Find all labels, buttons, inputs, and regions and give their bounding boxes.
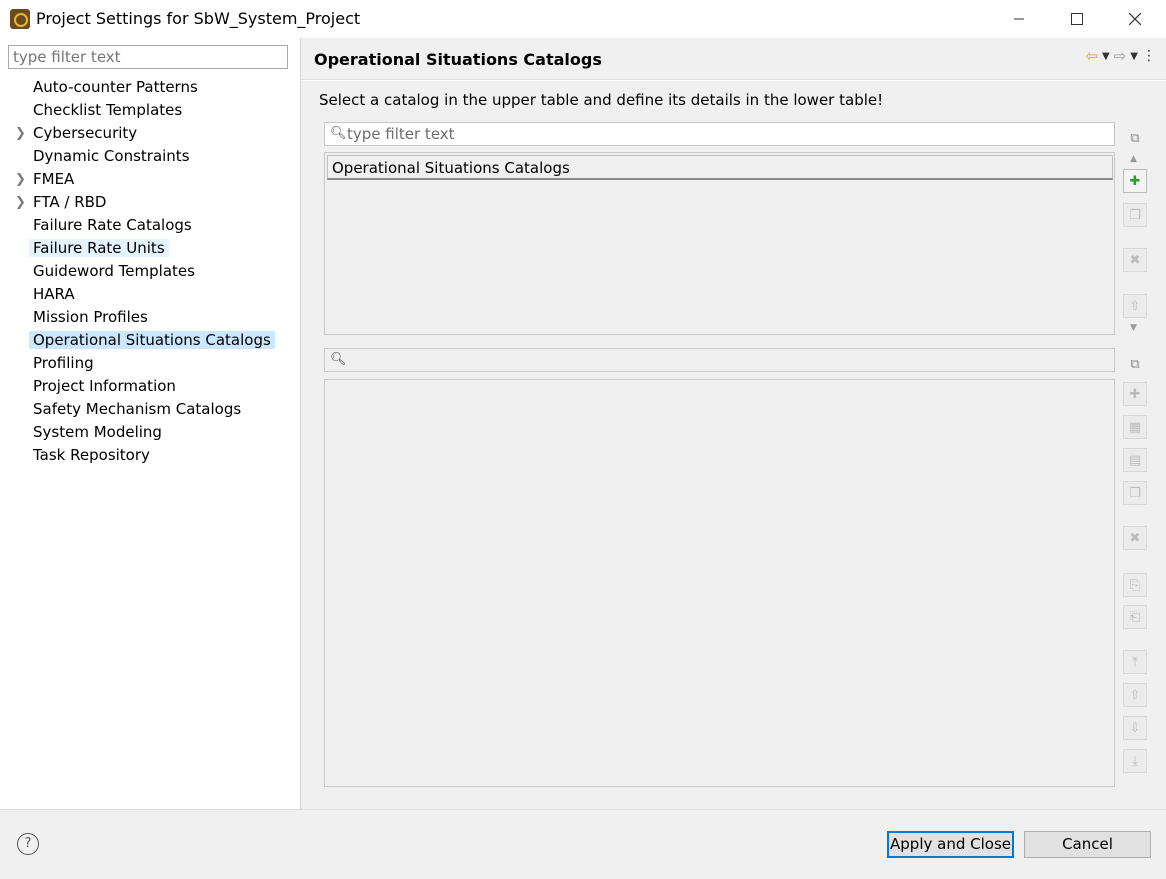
maximize-icon bbox=[1071, 13, 1083, 25]
sidebar-item-operational-situations-catalogs[interactable]: Operational Situations Catalogs bbox=[0, 329, 300, 352]
sidebar-item-fta-rbd[interactable]: ❯ FTA / RBD bbox=[0, 191, 300, 214]
sidebar-item-auto-counter-patterns[interactable]: Auto-counter Patterns bbox=[0, 76, 300, 99]
add-grid-row-button[interactable]: ▦ bbox=[1123, 415, 1147, 439]
chevron-right-icon[interactable]: ❯ bbox=[15, 191, 26, 214]
chevron-right-icon[interactable]: ❯ bbox=[15, 168, 26, 191]
sidebar-item-guideword-templates[interactable]: Guideword Templates bbox=[0, 260, 300, 283]
move-up-button[interactable]: ⇧ bbox=[1123, 683, 1147, 707]
insert-grid-row-button[interactable]: ▤ bbox=[1123, 448, 1147, 472]
search-icon: 🔍︎ bbox=[330, 126, 347, 141]
sidebar-item-label: FMEA bbox=[33, 170, 75, 188]
upper-filter-input[interactable]: 🔍︎ type filter text bbox=[324, 122, 1115, 146]
copy-situation-button[interactable]: ❐ bbox=[1123, 481, 1147, 505]
sidebar-item-label: System Modeling bbox=[33, 423, 162, 441]
search-icon: 🔍︎ bbox=[330, 352, 347, 367]
title-bar: Project Settings for SbW_System_Project bbox=[0, 0, 1166, 38]
copy-catalog-button[interactable]: ❐ bbox=[1123, 203, 1147, 227]
move-to-top-button[interactable]: ⤒ bbox=[1123, 650, 1147, 674]
sidebar-item-project-information[interactable]: Project Information bbox=[0, 375, 300, 398]
catalog-details-table[interactable] bbox=[324, 379, 1115, 787]
sidebar-item-label: Project Information bbox=[33, 377, 176, 395]
sidebar-item-label: Operational Situations Catalogs bbox=[29, 331, 275, 349]
add-catalog-button[interactable]: ✚ bbox=[1123, 169, 1147, 193]
import-button[interactable]: ⎘ bbox=[1123, 573, 1147, 597]
sidebar-item-fmea[interactable]: ❯ FMEA bbox=[0, 168, 300, 191]
sidebar-item-safety-mechanism-catalogs[interactable]: Safety Mechanism Catalogs bbox=[0, 398, 300, 421]
sidebar-item-system-modeling[interactable]: System Modeling bbox=[0, 421, 300, 444]
sidebar-item-hara[interactable]: HARA bbox=[0, 283, 300, 306]
upper-column-chooser-icon[interactable]: ⧉ bbox=[1123, 126, 1147, 150]
preferences-sidebar: Auto-counter Patterns Checklist Templates… bbox=[0, 38, 301, 809]
close-icon bbox=[1129, 13, 1141, 25]
sidebar-item-label: Guideword Templates bbox=[33, 262, 195, 280]
sidebar-item-label: Checklist Templates bbox=[33, 101, 183, 119]
sidebar-item-label: Mission Profiles bbox=[33, 308, 148, 326]
page-title: Operational Situations Catalogs bbox=[314, 50, 602, 69]
forward-history-dropdown-icon[interactable]: ▼ bbox=[1130, 51, 1138, 62]
sidebar-item-label: Auto-counter Patterns bbox=[33, 78, 198, 96]
sidebar-item-profiling[interactable]: Profiling bbox=[0, 352, 300, 375]
lower-column-chooser-icon[interactable]: ⧉ bbox=[1123, 352, 1147, 376]
sidebar-item-label: Task Repository bbox=[33, 446, 150, 464]
forward-arrow-icon[interactable]: ⇨ bbox=[1114, 47, 1127, 65]
page-navigation: ⇦ ▼ ⇨ ▼ ⋮ bbox=[1085, 47, 1156, 65]
maximize-button[interactable] bbox=[1048, 0, 1106, 38]
sidebar-item-label: HARA bbox=[33, 285, 75, 303]
close-button[interactable] bbox=[1106, 0, 1164, 38]
sidebar-item-label: Dynamic Constraints bbox=[33, 147, 190, 165]
delete-catalog-button[interactable]: ✖ bbox=[1123, 248, 1147, 272]
sidebar-filter-input[interactable] bbox=[8, 45, 288, 69]
sidebar-item-dynamic-constraints[interactable]: Dynamic Constraints bbox=[0, 145, 300, 168]
help-icon[interactable]: ? bbox=[17, 833, 39, 855]
minimize-icon bbox=[1014, 18, 1024, 20]
page-description: Select a catalog in the upper table and … bbox=[319, 91, 884, 109]
sidebar-item-failure-rate-catalogs[interactable]: Failure Rate Catalogs bbox=[0, 214, 300, 237]
catalogs-table[interactable]: Operational Situations Catalogs bbox=[324, 152, 1115, 335]
scroll-up-arrow-icon: ▲ bbox=[1130, 154, 1137, 164]
back-history-dropdown-icon[interactable]: ▼ bbox=[1102, 51, 1110, 62]
sidebar-item-label: FTA / RBD bbox=[33, 193, 107, 211]
sidebar-item-failure-rate-units[interactable]: Failure Rate Units bbox=[0, 237, 300, 260]
header-separator bbox=[301, 79, 1166, 81]
scroll-down-arrow-icon: ▼ bbox=[1130, 323, 1137, 333]
sidebar-item-label: Cybersecurity bbox=[33, 124, 138, 142]
move-down-button[interactable]: ⇩ bbox=[1123, 716, 1147, 740]
preferences-tree: Auto-counter Patterns Checklist Templates… bbox=[0, 76, 300, 467]
sidebar-item-cybersecurity[interactable]: ❯ Cybersecurity bbox=[0, 122, 300, 145]
sidebar-item-label: Failure Rate Units bbox=[29, 239, 169, 257]
sidebar-item-mission-profiles[interactable]: Mission Profiles bbox=[0, 306, 300, 329]
catalogs-column-header[interactable]: Operational Situations Catalogs bbox=[327, 155, 1113, 180]
apply-and-close-button[interactable]: Apply and Close bbox=[887, 831, 1014, 858]
more-menu-icon[interactable]: ⋮ bbox=[1142, 48, 1156, 64]
back-arrow-icon[interactable]: ⇦ bbox=[1085, 47, 1098, 65]
sidebar-item-label: Safety Mechanism Catalogs bbox=[33, 400, 242, 418]
chevron-right-icon[interactable]: ❯ bbox=[15, 122, 26, 145]
move-catalog-up-button[interactable]: ⇧ bbox=[1123, 294, 1147, 318]
delete-situation-button[interactable]: ✖ bbox=[1123, 526, 1147, 550]
dialog-footer: ? Apply and Close Cancel bbox=[0, 809, 1166, 879]
window-title: Project Settings for SbW_System_Project bbox=[36, 9, 361, 28]
upper-filter-placeholder: type filter text bbox=[347, 125, 455, 143]
move-to-bottom-button[interactable]: ⤓ bbox=[1123, 749, 1147, 773]
settings-page: Operational Situations Catalogs ⇦ ▼ ⇨ ▼ … bbox=[301, 38, 1166, 809]
sidebar-item-label: Profiling bbox=[33, 354, 94, 372]
app-icon bbox=[10, 9, 30, 29]
sidebar-item-checklist-templates[interactable]: Checklist Templates bbox=[0, 99, 300, 122]
lower-filter-input[interactable]: 🔍︎ bbox=[324, 348, 1115, 372]
minimize-button[interactable] bbox=[990, 0, 1048, 38]
sidebar-item-task-repository[interactable]: Task Repository bbox=[0, 444, 300, 467]
cancel-button[interactable]: Cancel bbox=[1024, 831, 1151, 858]
add-situation-button[interactable]: ✚ bbox=[1123, 382, 1147, 406]
export-button[interactable]: ⎗ bbox=[1123, 605, 1147, 629]
sidebar-item-label: Failure Rate Catalogs bbox=[33, 216, 192, 234]
